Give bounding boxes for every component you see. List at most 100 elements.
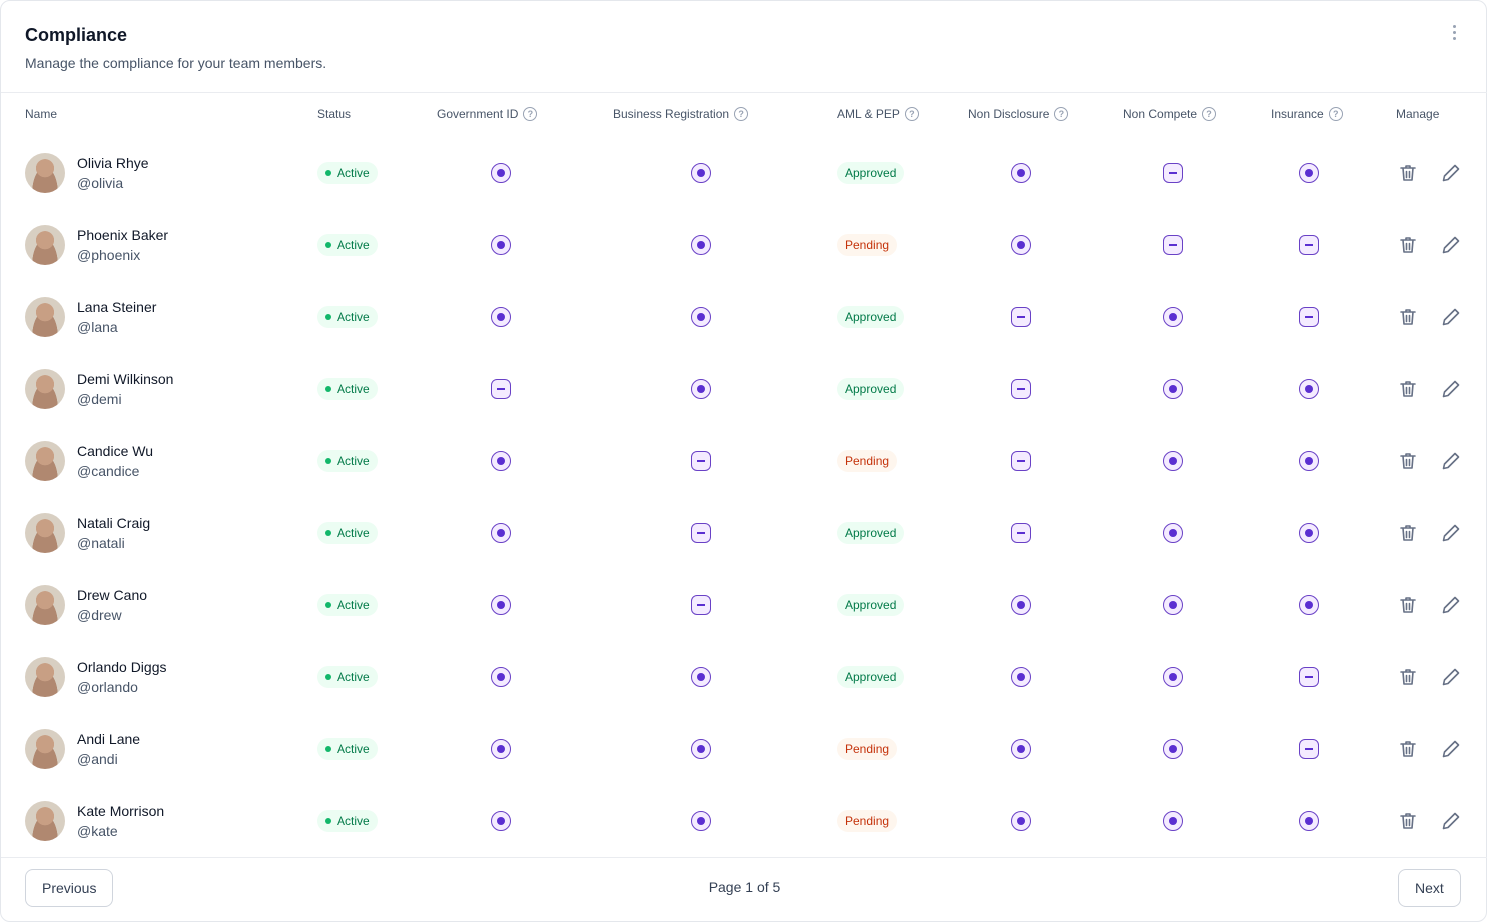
avatar — [25, 513, 65, 553]
checked-radio-icon[interactable] — [1163, 667, 1183, 687]
edit-icon[interactable] — [1441, 785, 1461, 857]
help-icon[interactable]: ? — [1202, 107, 1217, 121]
checked-radio-icon[interactable] — [691, 667, 711, 687]
checked-radio-icon[interactable] — [1299, 379, 1319, 399]
checked-radio-icon[interactable] — [491, 163, 511, 183]
indeterminate-checkbox-icon[interactable] — [691, 523, 711, 543]
delete-icon[interactable] — [1398, 425, 1418, 497]
checked-radio-icon[interactable] — [491, 307, 511, 327]
checked-radio-icon[interactable] — [1011, 739, 1031, 759]
help-icon[interactable]: ? — [523, 107, 538, 121]
aml-pep-cell: Pending — [837, 209, 898, 281]
checked-radio-icon[interactable] — [1011, 163, 1031, 183]
checked-radio-icon[interactable] — [691, 811, 711, 831]
aml-pep-badge: Approved — [837, 162, 905, 184]
checked-radio-icon[interactable] — [1011, 667, 1031, 687]
table-row: Natali Craig @natali Active Approved — [1, 497, 1487, 569]
indeterminate-checkbox-icon[interactable] — [1299, 667, 1319, 687]
checked-radio-icon[interactable] — [1163, 379, 1183, 399]
delete-icon[interactable] — [1398, 713, 1418, 785]
checked-radio-icon[interactable] — [491, 667, 511, 687]
indeterminate-checkbox-icon[interactable] — [1163, 235, 1183, 255]
delete-icon[interactable] — [1398, 497, 1418, 569]
help-icon[interactable]: ? — [734, 107, 749, 121]
indeterminate-checkbox-icon[interactable] — [1299, 235, 1319, 255]
non-disclosure-cell — [1011, 281, 1031, 353]
next-button[interactable]: Next — [1398, 869, 1461, 907]
non-disclosure-cell — [1011, 713, 1031, 785]
delete-icon[interactable] — [1398, 353, 1418, 425]
edit-icon[interactable] — [1441, 209, 1461, 281]
checked-radio-icon[interactable] — [491, 451, 511, 471]
avatar — [25, 369, 65, 409]
checked-radio-icon[interactable] — [691, 307, 711, 327]
checked-radio-icon[interactable] — [1299, 451, 1319, 471]
edit-icon[interactable] — [1441, 281, 1461, 353]
checked-radio-icon[interactable] — [1011, 235, 1031, 255]
indeterminate-checkbox-icon[interactable] — [1011, 307, 1031, 327]
more-options-icon[interactable] — [1445, 21, 1463, 43]
checked-radio-icon[interactable] — [1163, 739, 1183, 759]
checked-radio-icon[interactable] — [491, 595, 511, 615]
checked-radio-icon[interactable] — [491, 811, 511, 831]
checked-radio-icon[interactable] — [1299, 523, 1319, 543]
delete-icon[interactable] — [1398, 641, 1418, 713]
indeterminate-checkbox-icon[interactable] — [1011, 523, 1031, 543]
edit-icon[interactable] — [1441, 137, 1461, 209]
checked-radio-icon[interactable] — [1163, 595, 1183, 615]
non-disclosure-cell — [1011, 209, 1031, 281]
non-compete-cell — [1163, 353, 1183, 425]
checked-radio-icon[interactable] — [1163, 523, 1183, 543]
delete-icon[interactable] — [1398, 281, 1418, 353]
checked-radio-icon[interactable] — [1163, 451, 1183, 471]
checked-radio-icon[interactable] — [1299, 811, 1319, 831]
delete-icon[interactable] — [1398, 569, 1418, 641]
checked-radio-icon[interactable] — [691, 235, 711, 255]
indeterminate-checkbox-icon[interactable] — [1011, 379, 1031, 399]
edit-icon[interactable] — [1441, 353, 1461, 425]
checked-radio-icon[interactable] — [491, 523, 511, 543]
checked-radio-icon[interactable] — [1163, 307, 1183, 327]
indeterminate-checkbox-icon[interactable] — [491, 379, 511, 399]
insurance-cell — [1299, 713, 1319, 785]
indeterminate-checkbox-icon[interactable] — [691, 595, 711, 615]
help-icon[interactable]: ? — [1054, 107, 1069, 121]
checked-radio-icon[interactable] — [1299, 163, 1319, 183]
indeterminate-checkbox-icon[interactable] — [1299, 739, 1319, 759]
help-icon[interactable]: ? — [1328, 107, 1343, 121]
business-registration-cell — [691, 137, 711, 209]
column-label: Government ID — [437, 107, 519, 121]
edit-icon[interactable] — [1441, 497, 1461, 569]
member-cell: Phoenix Baker @phoenix — [25, 209, 168, 281]
avatar — [25, 801, 65, 841]
indeterminate-checkbox-icon[interactable] — [1163, 163, 1183, 183]
help-icon[interactable]: ? — [904, 107, 919, 121]
non-compete-cell — [1163, 497, 1183, 569]
column-header-non-compete: Non Compete? — [1123, 107, 1217, 121]
checked-radio-icon[interactable] — [491, 739, 511, 759]
checked-radio-icon[interactable] — [1011, 811, 1031, 831]
status-text: Active — [337, 598, 370, 612]
member-name: Drew Cano — [77, 587, 148, 603]
indeterminate-checkbox-icon[interactable] — [1011, 451, 1031, 471]
page-subtitle: Manage the compliance for your team memb… — [25, 55, 327, 71]
edit-icon[interactable] — [1441, 569, 1461, 641]
checked-radio-icon[interactable] — [691, 379, 711, 399]
delete-icon[interactable] — [1398, 209, 1418, 281]
edit-icon[interactable] — [1441, 713, 1461, 785]
checked-radio-icon[interactable] — [1299, 595, 1319, 615]
column-header-insurance: Insurance? — [1271, 107, 1343, 121]
indeterminate-checkbox-icon[interactable] — [1299, 307, 1319, 327]
checked-radio-icon[interactable] — [691, 163, 711, 183]
government-id-cell — [491, 425, 511, 497]
checked-radio-icon[interactable] — [691, 739, 711, 759]
edit-icon[interactable] — [1441, 425, 1461, 497]
delete-icon[interactable] — [1398, 785, 1418, 857]
checked-radio-icon[interactable] — [1163, 811, 1183, 831]
edit-icon[interactable] — [1441, 641, 1461, 713]
checked-radio-icon[interactable] — [491, 235, 511, 255]
checked-radio-icon[interactable] — [1011, 595, 1031, 615]
column-label: Business Registration — [613, 107, 730, 121]
indeterminate-checkbox-icon[interactable] — [691, 451, 711, 471]
delete-icon[interactable] — [1398, 137, 1418, 209]
